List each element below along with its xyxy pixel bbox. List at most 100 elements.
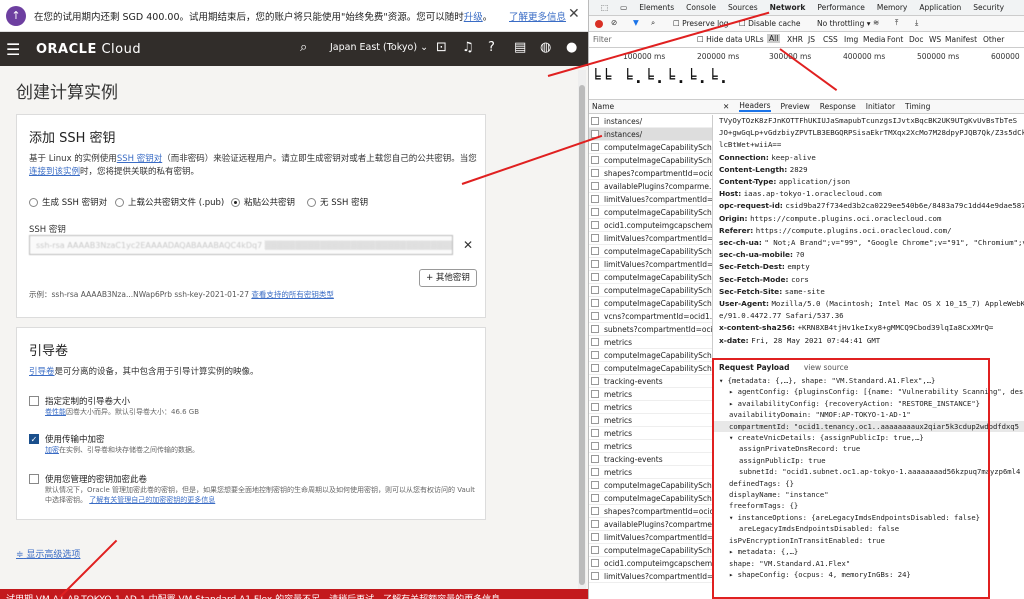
type-all[interactable]: All bbox=[767, 34, 781, 43]
request-row[interactable]: instances/ bbox=[589, 115, 712, 128]
request-row[interactable]: subnets?compartmentId=ocid. bbox=[589, 323, 712, 336]
devtools-device-icon[interactable]: ▭ bbox=[620, 3, 627, 12]
request-row[interactable]: shapes?compartmentId=ocid bbox=[589, 505, 712, 518]
request-row[interactable]: computeImageCapabilitySch. bbox=[589, 206, 712, 219]
globe-icon[interactable]: ◍ bbox=[540, 40, 551, 55]
oracle-cloud-logo[interactable]: ORACLE Cloud bbox=[36, 42, 141, 57]
type-css[interactable]: CSS bbox=[823, 35, 838, 44]
type-img[interactable]: Img bbox=[844, 35, 858, 44]
request-row[interactable]: shapes?compartmentId=ocid bbox=[589, 167, 712, 180]
scroll-thumb[interactable] bbox=[579, 85, 585, 585]
request-row[interactable]: limitValues?compartmentId= bbox=[589, 258, 712, 271]
devtools-cursor-icon[interactable]: ⬚ bbox=[601, 3, 608, 12]
ssh-key-input[interactable]: ssh-rsa AAAAB3NzaC1yc2EAAAADAQABAAABAQC4… bbox=[29, 235, 453, 255]
network-timeline[interactable]: 100000 ms 200000 ms 300000 ms 400000 ms … bbox=[589, 48, 1024, 100]
request-row[interactable]: metrics bbox=[589, 336, 712, 349]
request-row[interactable]: metrics bbox=[589, 466, 712, 479]
request-row[interactable]: metrics bbox=[589, 440, 712, 453]
radio-generate[interactable]: 生成 SSH 密钥对 bbox=[29, 196, 107, 208]
type-media[interactable]: Media bbox=[863, 35, 886, 44]
search-icon[interactable]: ⌕ bbox=[651, 18, 655, 28]
bell-icon[interactable]: ♫ bbox=[462, 40, 474, 55]
tab-sources[interactable]: Sources bbox=[728, 3, 758, 12]
request-row[interactable]: limitValues?compartmentId= bbox=[589, 570, 712, 583]
tab-network[interactable]: Network bbox=[770, 3, 806, 12]
hide-data-checkbox[interactable]: ☐ Hide data URLs bbox=[697, 35, 764, 44]
filter-input[interactable]: Filter bbox=[593, 35, 612, 44]
request-row[interactable]: computeImageCapabilitySch. bbox=[589, 479, 712, 492]
transit-encryption-checkbox[interactable]: ✓ bbox=[29, 434, 39, 444]
key-types-link[interactable]: 查看支持的所有密钥类型 bbox=[251, 290, 334, 299]
request-row[interactable]: availablePlugins?compartme. bbox=[589, 518, 712, 531]
upload-icon[interactable]: ⤒ bbox=[895, 18, 898, 28]
managed-key-checkbox[interactable] bbox=[29, 474, 39, 484]
help-icon[interactable]: ? bbox=[488, 40, 495, 55]
clear-icon[interactable]: ✕ bbox=[463, 238, 473, 252]
show-advanced-link[interactable]: ≑ 显示高级选项 bbox=[16, 547, 80, 560]
request-row[interactable]: metrics bbox=[589, 414, 712, 427]
profile-icon[interactable]: ● bbox=[566, 40, 577, 55]
request-row[interactable]: computeImageCapabilitySch. bbox=[589, 141, 712, 154]
request-row[interactable]: metrics bbox=[589, 401, 712, 414]
type-ws[interactable]: WS bbox=[929, 35, 941, 44]
close-icon[interactable]: ✕ bbox=[568, 6, 580, 22]
learn-more-link[interactable]: 了解更多信息 bbox=[509, 9, 566, 23]
menu-icon[interactable]: ☰ bbox=[6, 40, 24, 59]
custom-size-checkbox[interactable] bbox=[29, 396, 39, 406]
add-key-button[interactable]: + 其他密钥 bbox=[419, 269, 477, 287]
upgrade-link[interactable]: 升级 bbox=[464, 12, 483, 23]
tab-security[interactable]: Security bbox=[973, 3, 1004, 12]
request-row[interactable]: computeImageCapabilitySch. bbox=[589, 349, 712, 362]
request-row[interactable]: limitValues?compartmentId= bbox=[589, 193, 712, 206]
tab-response[interactable]: Response bbox=[820, 102, 856, 111]
tab-console[interactable]: Console bbox=[686, 3, 716, 12]
request-row[interactable]: computeImageCapabilitySch. bbox=[589, 544, 712, 557]
request-row[interactable]: tracking-events bbox=[589, 375, 712, 388]
request-row[interactable]: ocid1.computeimgcapschem. bbox=[589, 557, 712, 570]
type-xhr[interactable]: XHR bbox=[787, 35, 803, 44]
connect-instance-link[interactable]: 连接到该实例 bbox=[29, 167, 80, 177]
cloud-shell-icon[interactable]: ⊡ bbox=[436, 40, 447, 55]
type-js[interactable]: JS bbox=[808, 35, 815, 44]
request-row[interactable]: computeImageCapabilitySch. bbox=[589, 492, 712, 505]
tab-initiator[interactable]: Initiator bbox=[866, 102, 895, 111]
radio-upload[interactable]: 上载公共密钥文件 (.pub) bbox=[115, 196, 224, 208]
close-detail-icon[interactable]: ✕ bbox=[723, 102, 729, 111]
filter-icon[interactable]: ▼ bbox=[633, 18, 639, 27]
request-row[interactable]: computeImageCapabilitySch. bbox=[589, 154, 712, 167]
type-manifest[interactable]: Manifest bbox=[945, 35, 977, 44]
volume-perf-link[interactable]: 卷性能 bbox=[45, 408, 66, 416]
request-row[interactable]: computeImageCapabilitySch. bbox=[589, 245, 712, 258]
download-icon[interactable]: ⤓ bbox=[915, 18, 918, 28]
type-font[interactable]: Font bbox=[887, 35, 903, 44]
tab-memory[interactable]: Memory bbox=[877, 3, 908, 12]
request-row[interactable]: tracking-events bbox=[589, 453, 712, 466]
name-column-header[interactable]: Name bbox=[589, 100, 713, 114]
chat-icon[interactable]: ▤ bbox=[514, 40, 526, 55]
tab-application[interactable]: Application bbox=[919, 3, 961, 12]
request-row[interactable]: instances/ bbox=[589, 128, 712, 141]
request-row[interactable]: computeImageCapabilitySch. bbox=[589, 271, 712, 284]
ssh-key-pair-link[interactable]: SSH 密钥对 bbox=[117, 154, 162, 164]
type-doc[interactable]: Doc bbox=[909, 35, 924, 44]
scrollbar[interactable] bbox=[578, 70, 586, 590]
wifi-icon[interactable]: ≋ bbox=[873, 18, 879, 27]
type-other[interactable]: Other bbox=[983, 35, 1004, 44]
request-row[interactable]: ocid1.computeimgcapschem. bbox=[589, 219, 712, 232]
encryption-link[interactable]: 加密 bbox=[45, 446, 59, 454]
region-selector[interactable]: Japan East (Tokyo) ⌄ bbox=[330, 42, 428, 53]
clear-icon[interactable]: ⊘ bbox=[611, 18, 617, 27]
record-icon[interactable] bbox=[595, 20, 603, 28]
request-row[interactable]: vcns?compartmentId=ocid1. bbox=[589, 310, 712, 323]
throttling-select[interactable]: No throttling ▾ bbox=[817, 19, 871, 28]
tab-performance[interactable]: Performance bbox=[817, 3, 865, 12]
boot-volume-link[interactable]: 引导卷 bbox=[29, 367, 55, 377]
request-row[interactable]: limitValues?compartmentId= bbox=[589, 531, 712, 544]
tab-elements[interactable]: Elements bbox=[639, 3, 674, 12]
request-row[interactable]: computeImageCapabilitySch. bbox=[589, 362, 712, 375]
search-icon[interactable]: ⌕ bbox=[300, 40, 307, 55]
request-row[interactable]: metrics bbox=[589, 388, 712, 401]
request-row[interactable]: limitValues?compartmentId= bbox=[589, 232, 712, 245]
disable-cache-checkbox[interactable]: ☐ Disable cache bbox=[739, 19, 801, 28]
tab-timing[interactable]: Timing bbox=[905, 102, 930, 111]
